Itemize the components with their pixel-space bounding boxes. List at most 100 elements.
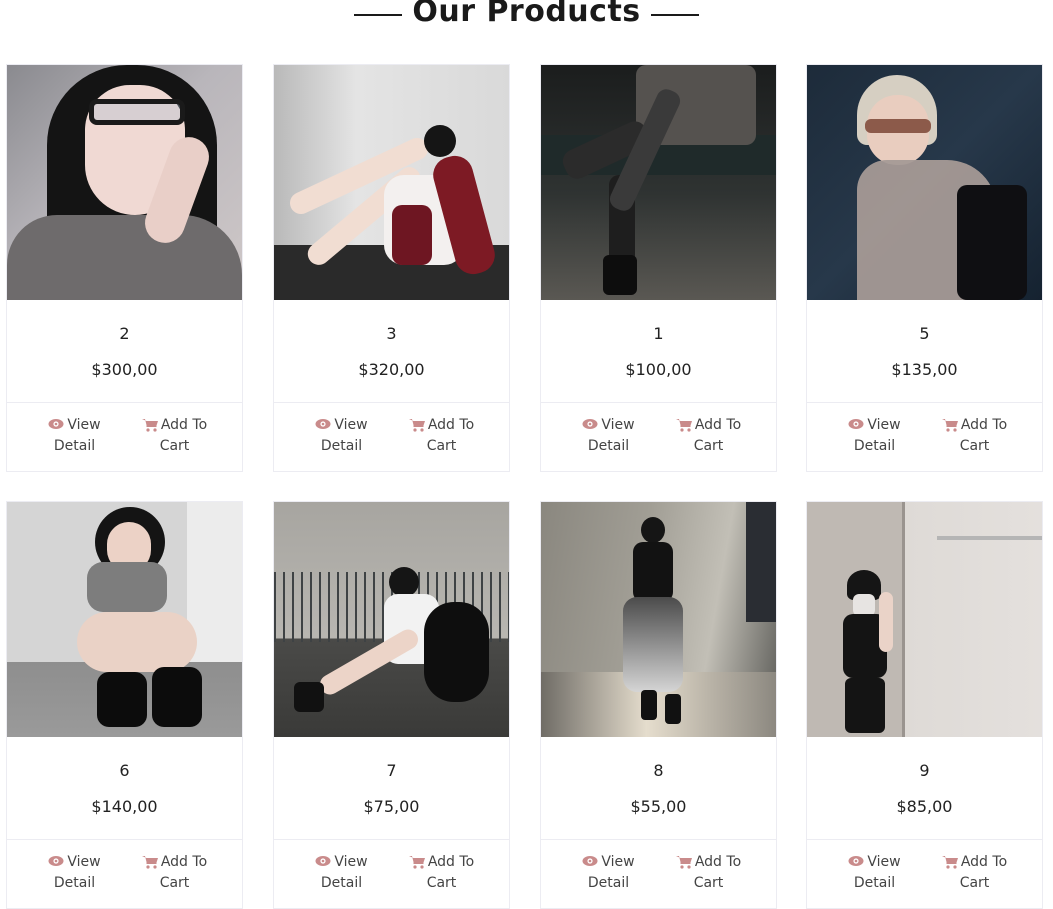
product-actions: View Detail Add To Cart <box>274 403 509 471</box>
product-name[interactable]: 6 <box>7 737 242 783</box>
eye-icon <box>315 855 331 867</box>
add-to-label: Add To <box>427 417 475 433</box>
add-to-label: Add To <box>960 854 1008 870</box>
product-image[interactable] <box>274 65 509 300</box>
product-card: 1 $100,00 View Detail Add To Cart <box>540 64 777 472</box>
cart-icon <box>675 855 692 869</box>
product-actions: View Detail Add To Cart <box>7 840 242 908</box>
cart-icon <box>141 855 158 869</box>
add-to-cart-button[interactable]: Add To Cart <box>140 415 210 471</box>
product-price: $55,00 <box>630 797 687 816</box>
cart-label: Cart <box>959 438 990 454</box>
product-card: 3 $320,00 View Detail Add To Cart <box>273 64 510 472</box>
product-info: 5 $135,00 <box>807 300 1042 403</box>
cart-icon <box>408 418 425 432</box>
view-detail-button[interactable]: View Detail <box>574 415 644 471</box>
add-to-cart-button[interactable]: Add To Cart <box>940 852 1010 908</box>
product-price: $320,00 <box>358 360 425 379</box>
add-to-cart-button[interactable]: Add To Cart <box>407 415 477 471</box>
section-header: Our Products <box>0 0 1053 30</box>
product-actions: View Detail Add To Cart <box>7 403 242 471</box>
cart-label: Cart <box>426 438 457 454</box>
cart-icon <box>941 855 958 869</box>
product-image[interactable] <box>274 502 509 737</box>
cart-icon <box>941 418 958 432</box>
product-image[interactable] <box>541 65 776 300</box>
add-to-cart-button[interactable]: Add To Cart <box>140 852 210 908</box>
view-label: View <box>334 417 368 433</box>
product-name[interactable]: 8 <box>541 737 776 783</box>
product-card: 8 $55,00 View Detail Add To Cart <box>540 501 777 909</box>
product-image[interactable] <box>541 502 776 737</box>
view-label: View <box>67 854 101 870</box>
cart-icon <box>675 418 692 432</box>
cart-icon <box>141 418 158 432</box>
detail-label: Detail <box>587 875 630 891</box>
cart-label: Cart <box>693 438 724 454</box>
product-card: 2 $300,00 View Detail Add To Cart <box>6 64 243 472</box>
view-detail-button[interactable]: View Detail <box>40 415 110 471</box>
product-card: 6 $140,00 View Detail Add To Cart <box>6 501 243 909</box>
add-to-label: Add To <box>694 854 742 870</box>
product-price: $140,00 <box>91 797 158 816</box>
product-actions: View Detail Add To Cart <box>541 840 776 908</box>
view-detail-button[interactable]: View Detail <box>840 415 910 471</box>
add-to-cart-button[interactable]: Add To Cart <box>940 415 1010 471</box>
cart-label: Cart <box>159 438 190 454</box>
view-label: View <box>601 417 635 433</box>
detail-label: Detail <box>53 875 96 891</box>
view-detail-button[interactable]: View Detail <box>840 852 910 908</box>
product-price: $300,00 <box>91 360 158 379</box>
add-to-cart-button[interactable]: Add To Cart <box>674 852 744 908</box>
product-name[interactable]: 2 <box>7 300 242 346</box>
eye-icon <box>48 855 64 867</box>
product-info: 9 $85,00 <box>807 737 1042 840</box>
view-detail-button[interactable]: View Detail <box>307 415 377 471</box>
product-image[interactable] <box>7 502 242 737</box>
product-name[interactable]: 1 <box>541 300 776 346</box>
detail-label: Detail <box>320 438 363 454</box>
product-name[interactable]: 9 <box>807 737 1042 783</box>
add-to-cart-button[interactable]: Add To Cart <box>674 415 744 471</box>
eye-icon <box>582 855 598 867</box>
product-card: 7 $75,00 View Detail Add To Cart <box>273 501 510 909</box>
title-rule-right <box>650 14 699 16</box>
eye-icon <box>848 855 864 867</box>
product-price: $100,00 <box>625 360 692 379</box>
view-label: View <box>67 417 101 433</box>
product-image[interactable] <box>7 65 242 300</box>
detail-label: Detail <box>320 875 363 891</box>
eye-icon <box>582 418 598 430</box>
view-detail-button[interactable]: View Detail <box>574 852 644 908</box>
detail-label: Detail <box>53 438 96 454</box>
product-image[interactable] <box>807 65 1042 300</box>
cart-label: Cart <box>693 875 724 891</box>
cart-label: Cart <box>959 875 990 891</box>
detail-label: Detail <box>853 438 896 454</box>
view-label: View <box>601 854 635 870</box>
product-price: $85,00 <box>896 797 953 816</box>
view-label: View <box>334 854 368 870</box>
product-name[interactable]: 7 <box>274 737 509 783</box>
view-label: View <box>867 854 901 870</box>
section-title: Our Products <box>412 0 641 29</box>
view-detail-button[interactable]: View Detail <box>307 852 377 908</box>
product-image[interactable] <box>807 502 1042 737</box>
product-info: 7 $75,00 <box>274 737 509 840</box>
add-to-label: Add To <box>960 417 1008 433</box>
title-rule-left <box>354 14 403 16</box>
product-price: $75,00 <box>363 797 420 816</box>
product-name[interactable]: 5 <box>807 300 1042 346</box>
cart-label: Cart <box>159 875 190 891</box>
product-info: 3 $320,00 <box>274 300 509 403</box>
product-card: 5 $135,00 View Detail Add To Cart <box>806 64 1043 472</box>
add-to-cart-button[interactable]: Add To Cart <box>407 852 477 908</box>
product-actions: View Detail Add To Cart <box>274 840 509 908</box>
product-info: 2 $300,00 <box>7 300 242 403</box>
product-name[interactable]: 3 <box>274 300 509 346</box>
product-actions: View Detail Add To Cart <box>807 840 1042 908</box>
detail-label: Detail <box>853 875 896 891</box>
detail-label: Detail <box>587 438 630 454</box>
add-to-label: Add To <box>694 417 742 433</box>
view-detail-button[interactable]: View Detail <box>40 852 110 908</box>
